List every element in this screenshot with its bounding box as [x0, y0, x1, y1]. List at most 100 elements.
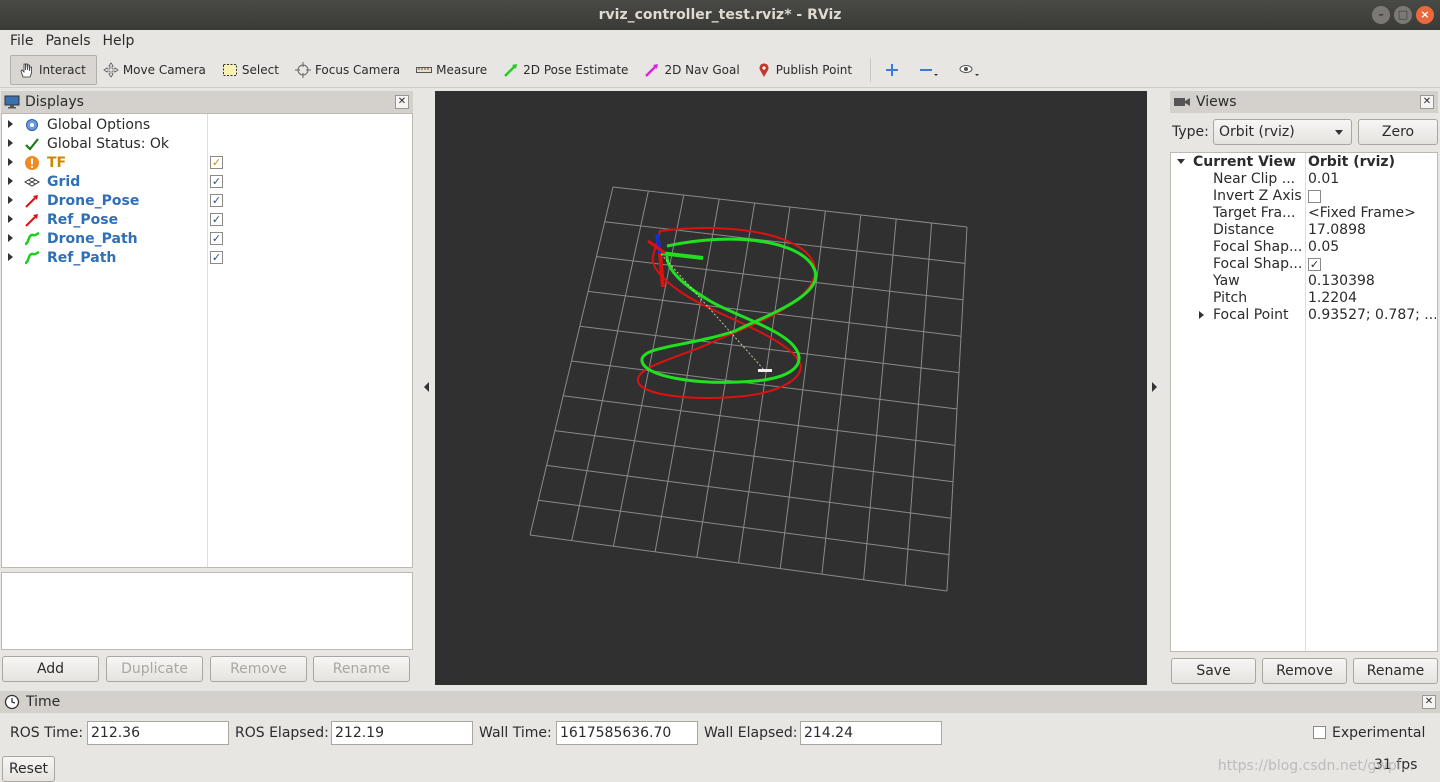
- measure-tool-button[interactable]: Measure: [410, 55, 497, 85]
- close-icon[interactable]: ×: [1416, 6, 1434, 24]
- view-property-row[interactable]: Target Fra... <Fixed Frame>: [1171, 205, 1437, 222]
- display-item-drone-path[interactable]: Drone_Path ✓: [2, 229, 412, 248]
- ros-time-field[interactable]: 212.36: [87, 721, 229, 745]
- expand-arrow-icon[interactable]: [1199, 311, 1204, 319]
- display-enabled-checkbox[interactable]: ✓: [210, 232, 223, 245]
- displays-title: Displays: [25, 94, 84, 110]
- tf-link: [660, 253, 766, 372]
- view-property-row[interactable]: Focal Point 0.93527; 0.787; ...: [1171, 307, 1437, 324]
- pose-estimate-label: 2D Pose Estimate: [523, 62, 629, 77]
- view-property-value[interactable]: 1.2204: [1308, 290, 1436, 306]
- remove-view-button[interactable]: Remove: [1262, 658, 1347, 684]
- view-property-row[interactable]: Focal Shap... 0.05: [1171, 239, 1437, 256]
- expand-arrow-icon[interactable]: [8, 234, 13, 242]
- expand-arrow-icon[interactable]: [8, 177, 13, 185]
- menu-panels[interactable]: Panels: [39, 30, 96, 52]
- display-item-tf[interactable]: TF ✓: [2, 153, 412, 172]
- expand-arrow-icon[interactable]: [8, 253, 13, 261]
- view-property-value[interactable]: 0.130398: [1308, 273, 1436, 289]
- view-property-row[interactable]: Focal Shap... ✓: [1171, 256, 1437, 273]
- wall-time-field[interactable]: 1617585636.70: [556, 721, 698, 745]
- display-item-label: Drone_Path: [47, 230, 138, 247]
- wall-elapsed-label: Wall Elapsed:: [704, 725, 798, 741]
- expand-arrow-icon[interactable]: [8, 196, 13, 204]
- view-toggle-button[interactable]: [953, 55, 995, 85]
- display-enabled-checkbox[interactable]: ✓: [210, 251, 223, 264]
- expand-arrow-icon[interactable]: [8, 215, 13, 223]
- view-property-row[interactable]: Distance 17.0898: [1171, 222, 1437, 239]
- display-enabled-checkbox[interactable]: ✓: [210, 156, 223, 169]
- focus-camera-tool-button[interactable]: Focus Camera: [289, 55, 410, 85]
- display-enabled-checkbox[interactable]: ✓: [210, 175, 223, 188]
- wall-elapsed-field[interactable]: 214.24: [800, 721, 942, 745]
- expand-arrow-icon[interactable]: [8, 158, 13, 166]
- ros-elapsed-field[interactable]: 212.19: [331, 721, 473, 745]
- view-property-row[interactable]: Near Clip ... 0.01: [1171, 171, 1437, 188]
- collapse-left-icon[interactable]: [424, 382, 429, 392]
- view-property-value[interactable]: 0.05: [1308, 239, 1436, 255]
- time-panel-header: Time ✕: [0, 691, 1440, 713]
- measure-label: Measure: [436, 62, 488, 77]
- view-type-select[interactable]: Orbit (rviz): [1213, 119, 1352, 145]
- display-enabled-checkbox[interactable]: ✓: [210, 194, 223, 207]
- collapse-right-icon[interactable]: [1152, 382, 1157, 392]
- add-tool-button[interactable]: [879, 55, 913, 85]
- remove-tool-button[interactable]: [913, 55, 953, 85]
- minimize-icon[interactable]: –: [1372, 6, 1390, 24]
- grid-line: [863, 218, 897, 580]
- display-item-drone-pose[interactable]: Drone_Pose ✓: [2, 191, 412, 210]
- close-panel-icon[interactable]: ✕: [395, 95, 409, 109]
- display-enabled-checkbox[interactable]: ✓: [210, 213, 223, 226]
- display-item-grid[interactable]: Grid ✓: [2, 172, 412, 191]
- close-views-panel-icon[interactable]: ✕: [1420, 95, 1434, 109]
- move-camera-tool-button[interactable]: Move Camera: [97, 55, 216, 85]
- current-view-row[interactable]: Current View Orbit (rviz): [1171, 154, 1437, 171]
- zero-button[interactable]: Zero: [1358, 119, 1438, 145]
- pose-estimate-tool-button[interactable]: 2D Pose Estimate: [497, 55, 638, 85]
- expand-arrow-icon[interactable]: [1177, 159, 1185, 164]
- scene-canvas[interactable]: [435, 91, 1147, 685]
- view-type-value: Orbit (rviz): [1219, 124, 1295, 140]
- expand-arrow-icon[interactable]: [8, 139, 13, 147]
- view-property-key: Invert Z Axis: [1213, 188, 1302, 204]
- view-property-value[interactable]: <Fixed Frame>: [1308, 205, 1436, 221]
- view-type-label: Type:: [1172, 124, 1209, 140]
- grid-line: [779, 210, 826, 569]
- view-property-value[interactable]: 17.0898: [1308, 222, 1436, 238]
- view-property-value[interactable]: 0.93527; 0.787; ...: [1308, 307, 1436, 323]
- window-titlebar: rviz_controller_test.rviz* - RViz – □ ×: [0, 0, 1440, 30]
- nav-goal-tool-button[interactable]: 2D Nav Goal: [638, 55, 749, 85]
- display-item-ref-path[interactable]: Ref_Path ✓: [2, 248, 412, 267]
- rename-display-button[interactable]: Rename: [313, 656, 410, 682]
- experimental-checkbox[interactable]: [1313, 726, 1326, 739]
- interact-tool-button[interactable]: Interact: [10, 54, 97, 85]
- view-property-row[interactable]: Pitch 1.2204: [1171, 290, 1437, 307]
- duplicate-display-button[interactable]: Duplicate: [106, 656, 203, 682]
- display-item-global-options[interactable]: Global Options: [2, 115, 412, 134]
- add-display-button[interactable]: Add: [2, 656, 99, 682]
- view-property-checkbox[interactable]: ✓: [1308, 258, 1321, 271]
- rename-view-button[interactable]: Rename: [1353, 658, 1438, 684]
- display-item-global-status-ok[interactable]: Global Status: Ok: [2, 134, 412, 153]
- view-property-value[interactable]: 0.01: [1308, 171, 1436, 187]
- select-tool-button[interactable]: Select: [216, 55, 289, 85]
- display-item-ref-pose[interactable]: Ref_Pose ✓: [2, 210, 412, 229]
- save-view-button[interactable]: Save: [1171, 658, 1256, 684]
- publish-point-tool-button[interactable]: Publish Point: [750, 55, 862, 85]
- menu-help[interactable]: Help: [97, 30, 141, 52]
- close-time-panel-icon[interactable]: ✕: [1422, 695, 1436, 709]
- view-property-row[interactable]: Invert Z Axis: [1171, 188, 1437, 205]
- view-property-row[interactable]: Yaw 0.130398: [1171, 273, 1437, 290]
- display-item-label: TF: [47, 154, 67, 171]
- render-viewport[interactable]: [435, 91, 1147, 685]
- window-title: rviz_controller_test.rviz* - RViz: [598, 7, 842, 23]
- remove-display-button[interactable]: Remove: [210, 656, 307, 682]
- view-property-checkbox[interactable]: [1308, 190, 1321, 203]
- expand-arrow-icon[interactable]: [8, 120, 13, 128]
- menu-file[interactable]: File: [4, 30, 39, 52]
- reset-button[interactable]: Reset: [2, 756, 55, 782]
- grid-line: [904, 222, 933, 586]
- minus-icon: [920, 68, 939, 76]
- maximize-icon[interactable]: □: [1394, 6, 1412, 24]
- view-property-key: Target Fra...: [1213, 205, 1296, 221]
